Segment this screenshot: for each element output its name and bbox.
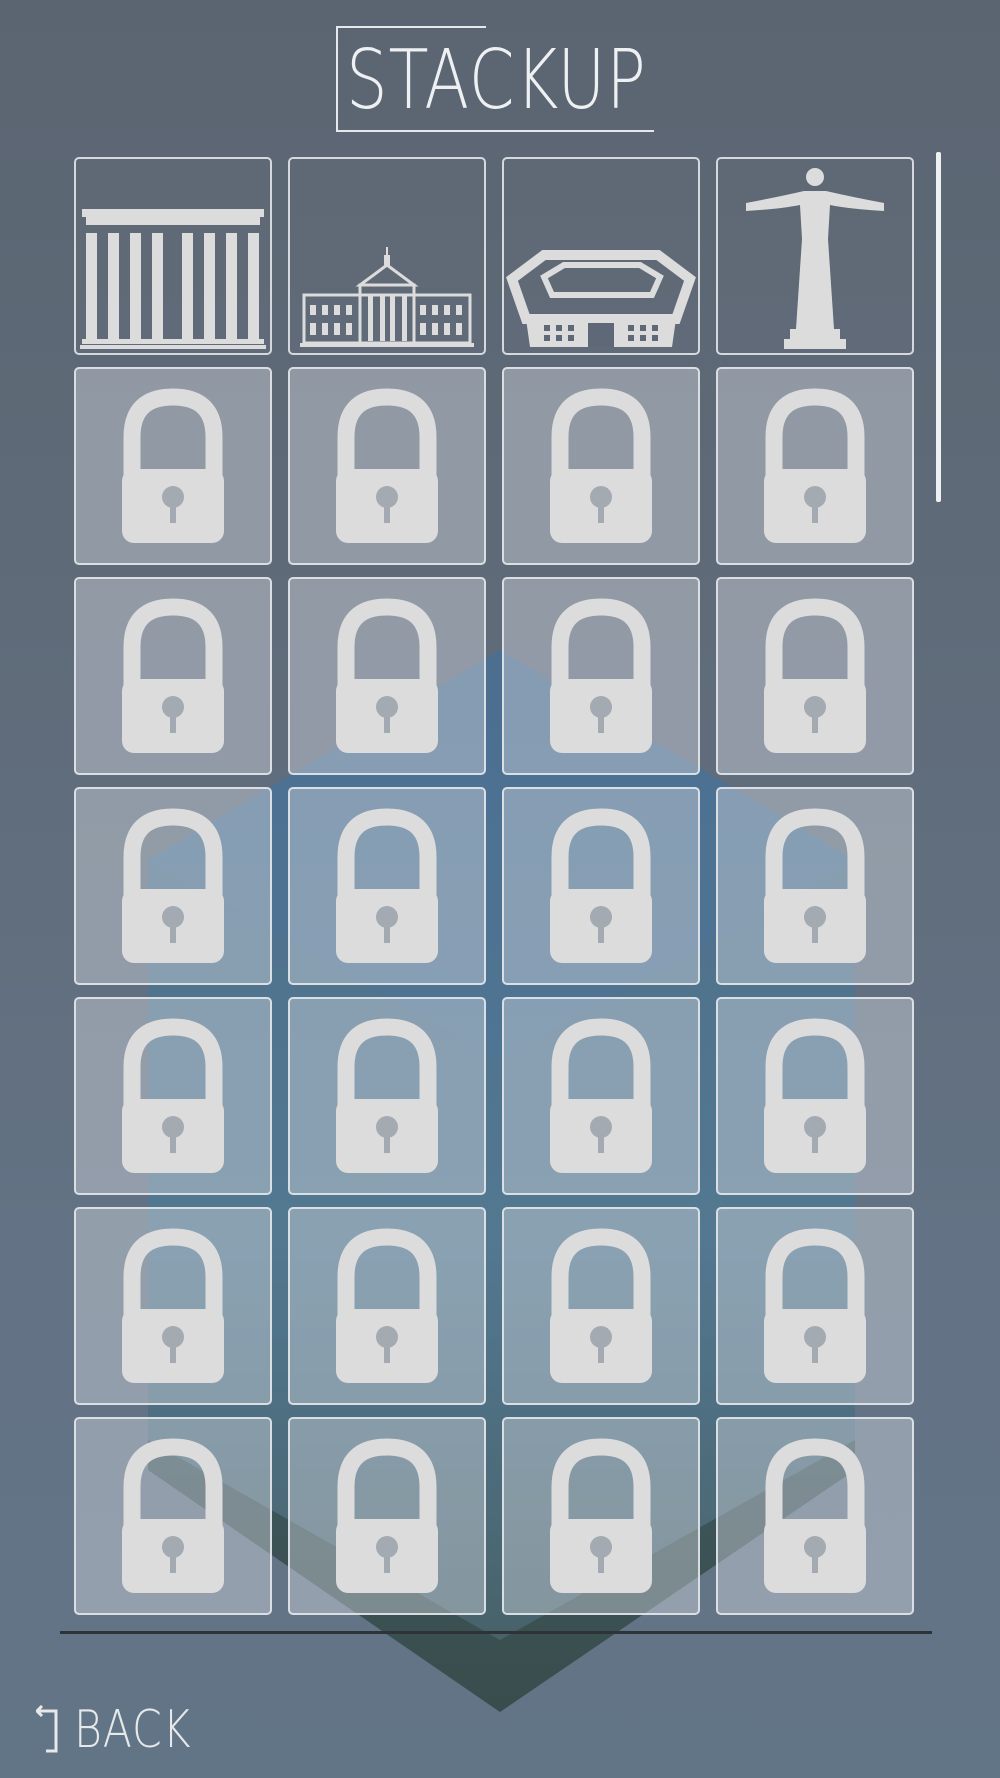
game-title: STACKUP <box>336 26 654 134</box>
level-tile[interactable] <box>74 577 272 775</box>
return-arrow-icon <box>36 1705 58 1753</box>
level-tile[interactable] <box>288 1417 486 1615</box>
level-tile[interactable] <box>288 157 486 355</box>
level-tile[interactable] <box>288 367 486 565</box>
scrollbar[interactable] <box>936 152 941 502</box>
lock-icon <box>336 1018 438 1173</box>
level-tile[interactable] <box>288 787 486 985</box>
lock-icon <box>764 1018 866 1173</box>
lock-icon <box>550 598 652 753</box>
level-tile[interactable] <box>502 157 700 355</box>
level-tile[interactable] <box>74 1417 272 1615</box>
level-tile[interactable] <box>288 577 486 775</box>
level-tile[interactable] <box>502 367 700 565</box>
level-tile[interactable] <box>288 997 486 1195</box>
christ-the-redeemer-icon <box>746 168 884 349</box>
lock-icon <box>122 1228 224 1383</box>
level-tile[interactable] <box>716 997 914 1195</box>
level-tile[interactable] <box>716 1207 914 1405</box>
lock-icon <box>764 1228 866 1383</box>
lock-icon <box>764 808 866 963</box>
level-tile[interactable] <box>716 1417 914 1615</box>
lock-icon <box>550 1438 652 1593</box>
lock-icon <box>336 1228 438 1383</box>
lock-icon <box>550 388 652 543</box>
level-tile[interactable] <box>74 157 272 355</box>
level-tile[interactable] <box>716 577 914 775</box>
back-button[interactable]: BACK <box>36 1702 217 1758</box>
lock-icon <box>122 1438 224 1593</box>
lock-icon <box>764 1438 866 1593</box>
level-tile[interactable] <box>716 787 914 985</box>
level-grid <box>74 157 920 1627</box>
lock-icon <box>764 388 866 543</box>
lock-icon <box>122 388 224 543</box>
level-tile[interactable] <box>288 1207 486 1405</box>
parthenon-icon <box>80 209 266 349</box>
level-tile[interactable] <box>502 1207 700 1405</box>
level-tile[interactable] <box>74 997 272 1195</box>
pentagon-icon <box>506 250 696 347</box>
lock-icon <box>336 1438 438 1593</box>
level-tile[interactable] <box>502 1417 700 1615</box>
footer-divider <box>60 1631 932 1634</box>
lock-icon <box>764 598 866 753</box>
level-tile[interactable] <box>502 997 700 1195</box>
level-tile[interactable] <box>716 367 914 565</box>
level-tile[interactable] <box>74 367 272 565</box>
lock-icon <box>550 1018 652 1173</box>
level-tile[interactable] <box>502 577 700 775</box>
lock-icon <box>550 808 652 963</box>
lock-icon <box>122 808 224 963</box>
back-label: BACK <box>74 1700 192 1760</box>
lock-icon <box>122 598 224 753</box>
title-text: STACKUP <box>346 33 647 128</box>
lock-icon <box>550 1228 652 1383</box>
lock-icon <box>336 598 438 753</box>
lock-icon <box>336 808 438 963</box>
lock-icon <box>336 388 438 543</box>
level-tile[interactable] <box>74 1207 272 1405</box>
level-tile[interactable] <box>502 787 700 985</box>
white-house-icon <box>300 247 474 347</box>
level-tile[interactable] <box>716 157 914 355</box>
level-tile[interactable] <box>74 787 272 985</box>
title-underline <box>336 130 654 132</box>
lock-icon <box>122 1018 224 1173</box>
